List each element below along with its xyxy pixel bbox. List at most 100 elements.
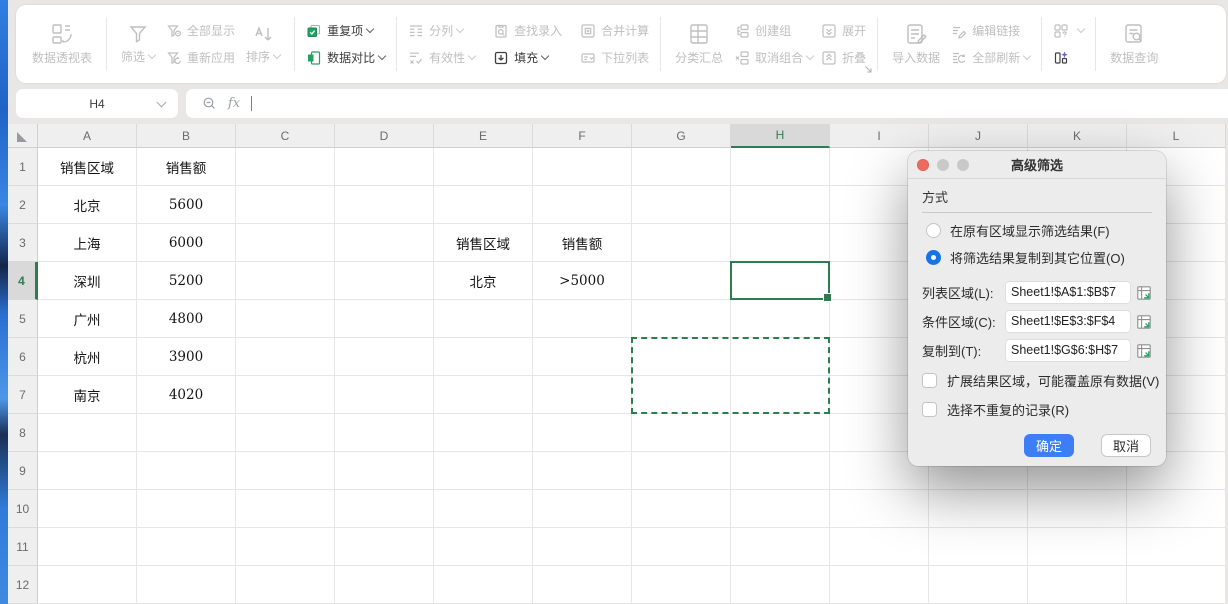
column-header-G[interactable]: G (632, 124, 731, 148)
cell-H12[interactable] (731, 566, 830, 604)
filter-button[interactable]: 筛选 (114, 23, 162, 65)
cell-B10[interactable] (137, 490, 236, 528)
cell-F5[interactable] (533, 300, 632, 338)
cell-D1[interactable] (335, 148, 434, 186)
cell-I11[interactable] (830, 528, 929, 566)
create-group-button[interactable]: 创建组 (734, 22, 813, 40)
range-picker-icon[interactable] (1136, 285, 1152, 301)
cell-B12[interactable] (137, 566, 236, 604)
column-header-E[interactable]: E (434, 124, 533, 148)
cell-name-box[interactable]: H4 (16, 89, 178, 118)
row-header-5[interactable]: 5 (8, 300, 38, 338)
cell-C7[interactable] (236, 376, 335, 414)
cell-D12[interactable] (335, 566, 434, 604)
cell-B4[interactable]: 5200 (137, 262, 236, 300)
cell-A12[interactable] (38, 566, 137, 604)
column-header-A[interactable]: A (38, 124, 137, 148)
cell-E9[interactable] (434, 452, 533, 490)
cell-H9[interactable] (731, 452, 830, 490)
cell-D10[interactable] (335, 490, 434, 528)
ungroup-button[interactable]: 取消组合 (734, 49, 813, 67)
column-header-C[interactable]: C (236, 124, 335, 148)
cell-E2[interactable] (434, 186, 533, 224)
cell-E12[interactable] (434, 566, 533, 604)
cell-E7[interactable] (434, 376, 533, 414)
ok-button[interactable]: 确定 (1024, 434, 1074, 457)
cell-E6[interactable] (434, 338, 533, 376)
cell-E8[interactable] (434, 414, 533, 452)
cell-H5[interactable] (731, 300, 830, 338)
reapply-button[interactable]: 重新应用 (166, 49, 235, 67)
dialog-titlebar[interactable]: 高级筛选 (908, 151, 1166, 179)
row-header-4[interactable]: 4 (8, 262, 38, 300)
row-header-1[interactable]: 1 (8, 148, 38, 186)
cell-I12[interactable] (830, 566, 929, 604)
subtotal-button[interactable]: 分类汇总 (668, 22, 730, 66)
cell-B9[interactable] (137, 452, 236, 490)
column-header-F[interactable]: F (533, 124, 632, 148)
cell-H1[interactable] (731, 148, 830, 186)
cell-F4[interactable]: >5000 (533, 262, 632, 300)
checkbox-icon[interactable] (922, 402, 937, 417)
cell-C1[interactable] (236, 148, 335, 186)
row-header-3[interactable]: 3 (8, 224, 38, 262)
cell-K10[interactable] (1028, 490, 1127, 528)
formula-input[interactable]: fx (186, 89, 1228, 118)
cell-C9[interactable] (236, 452, 335, 490)
range-picker-icon[interactable] (1136, 314, 1152, 330)
cell-D9[interactable] (335, 452, 434, 490)
cell-K11[interactable] (1028, 528, 1127, 566)
cell-G4[interactable] (632, 262, 731, 300)
checkbox-unique-records[interactable]: 选择不重复的记录(R) (922, 400, 1152, 419)
cell-A5[interactable]: 广州 (38, 300, 137, 338)
cell-E11[interactable] (434, 528, 533, 566)
cell-A4[interactable]: 深圳 (38, 262, 137, 300)
cell-C6[interactable] (236, 338, 335, 376)
cell-A3[interactable]: 上海 (38, 224, 137, 262)
cell-C8[interactable] (236, 414, 335, 452)
sort-button[interactable]: 排序 (239, 23, 287, 65)
cell-E4[interactable]: 北京 (434, 262, 533, 300)
cell-G11[interactable] (632, 528, 731, 566)
row-header-12[interactable]: 12 (8, 566, 38, 604)
criteria-range-input[interactable]: Sheet1!$E$3:$F$4 (1006, 311, 1130, 332)
column-header-K[interactable]: K (1028, 124, 1127, 148)
cell-C3[interactable] (236, 224, 335, 262)
cell-F6[interactable] (533, 338, 632, 376)
data-compare-button[interactable]: 数据对比 (306, 49, 385, 67)
cell-K12[interactable] (1028, 566, 1127, 604)
cell-L11[interactable] (1127, 528, 1226, 566)
cell-G10[interactable] (632, 490, 731, 528)
cell-C4[interactable] (236, 262, 335, 300)
pivot-table-button[interactable]: 数据透视表 (25, 22, 99, 66)
cell-D5[interactable] (335, 300, 434, 338)
cell-H3[interactable] (731, 224, 830, 262)
cell-J10[interactable] (929, 490, 1028, 528)
radio-copy-to-location[interactable]: 将筛选结果复制到其它位置(O) (926, 248, 1152, 267)
cell-B7[interactable]: 4020 (137, 376, 236, 414)
column-header-B[interactable]: B (137, 124, 236, 148)
ai-tools-button[interactable] (1053, 49, 1084, 67)
checkbox-expand-results[interactable]: 扩展结果区域，可能覆盖原有数据(V) (922, 371, 1152, 390)
cell-A2[interactable]: 北京 (38, 186, 137, 224)
cell-F9[interactable] (533, 452, 632, 490)
cell-D2[interactable] (335, 186, 434, 224)
cell-D8[interactable] (335, 414, 434, 452)
checkbox-icon[interactable] (922, 373, 937, 388)
cell-F11[interactable] (533, 528, 632, 566)
cell-A8[interactable] (38, 414, 137, 452)
import-data-button[interactable]: 导入数据 (885, 22, 947, 66)
radio-selected-icon[interactable] (926, 250, 941, 265)
cell-A10[interactable] (38, 490, 137, 528)
cell-C10[interactable] (236, 490, 335, 528)
cell-H8[interactable] (731, 414, 830, 452)
range-picker-icon[interactable] (1136, 343, 1152, 359)
cell-D6[interactable] (335, 338, 434, 376)
cell-E10[interactable] (434, 490, 533, 528)
consolidate-button[interactable]: 合并计算 (580, 22, 649, 40)
cell-F7[interactable] (533, 376, 632, 414)
cell-E1[interactable] (434, 148, 533, 186)
cell-C11[interactable] (236, 528, 335, 566)
column-header-D[interactable]: D (335, 124, 434, 148)
duplicates-button[interactable]: 重复项 (306, 22, 385, 40)
